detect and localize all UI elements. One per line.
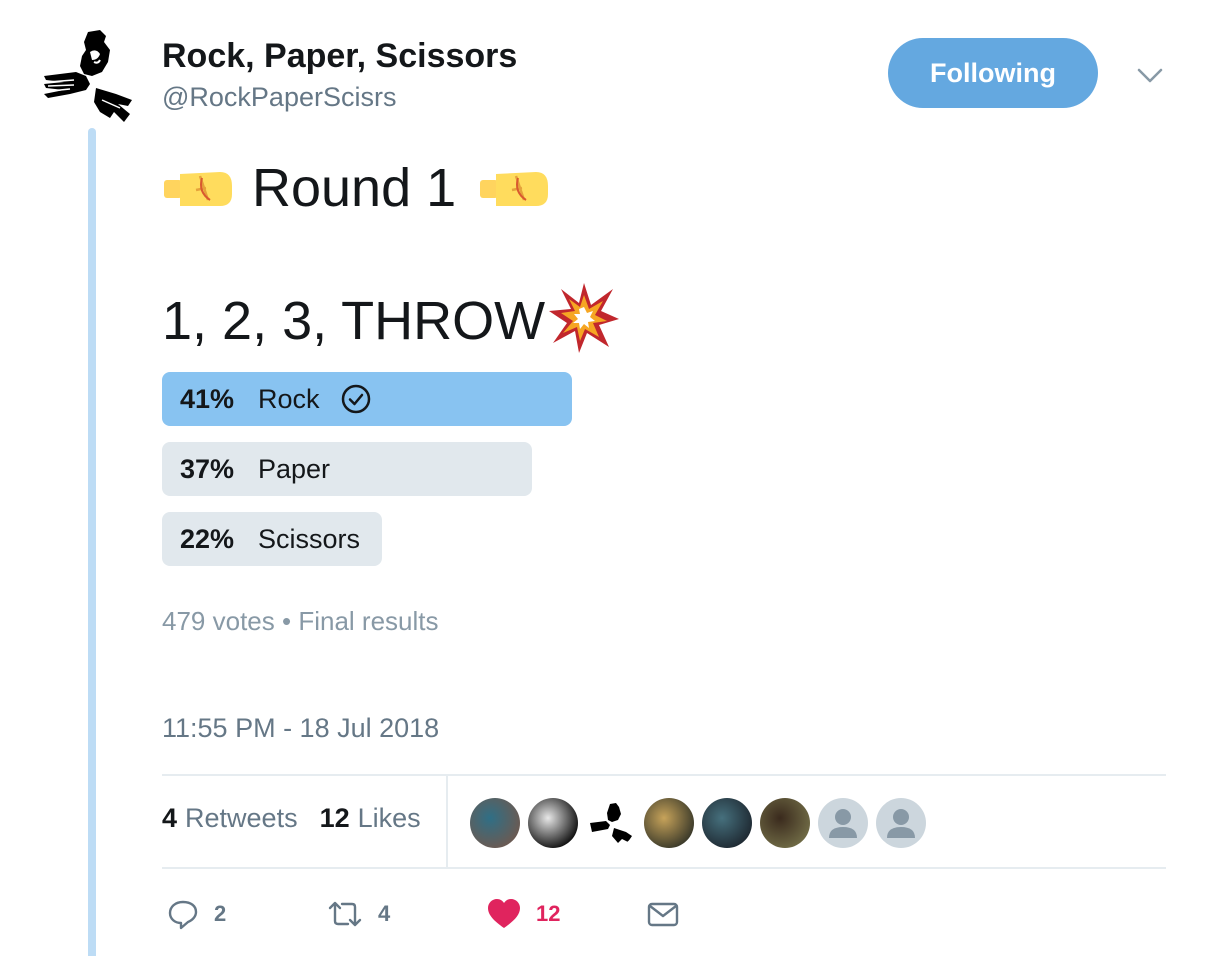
tweet-round-line: Round 1 [162,155,550,221]
rock-paper-scissors-hands-logo [44,30,132,122]
poll-meta: 479 votes • Final results [162,606,438,637]
tweet-throw-line: 1, 2, 3, THROW [162,283,621,354]
rock-paper-scissors-hands-logo [590,803,632,843]
reply-button[interactable]: 2 [166,894,226,934]
retweet-icon [328,901,362,927]
stats-vertical-divider [446,776,448,868]
default-profile-icon [829,809,857,838]
poll-option-label: Scissors [258,523,361,554]
author-avatar[interactable] [40,28,140,128]
more-options-chevron-down-icon[interactable] [1134,60,1166,90]
poll-option-rock: 41% Rock [162,372,572,426]
retweet-button[interactable]: 4 [326,894,390,934]
heart-icon [488,899,520,928]
tweet-stats: 4 Retweets 12 Likes [162,803,443,834]
direct-message-button[interactable] [646,894,680,934]
stats-top-divider [162,774,1166,776]
poll-option-label: Rock [258,383,320,414]
following-button[interactable]: Following [888,38,1098,108]
reply-icon [168,900,198,930]
throw-text: 1, 2, 3, THROW [162,291,546,351]
poll-votes: 479 votes [162,606,275,636]
poll-option-label: Paper [258,453,331,484]
retweet-count: 4 [378,901,391,926]
default-profile-icon [887,809,915,838]
liker-avatar-8[interactable] [876,798,926,848]
check-circle-icon [341,384,370,414]
likes-stat[interactable]: 12 Likes [320,803,421,834]
fist-bump-emoji-right [480,172,549,206]
like-count: 12 [536,901,561,926]
poll-option-percent: 22% [180,523,235,554]
liker-avatar-3[interactable] [586,798,636,848]
author-display-name[interactable]: Rock, Paper, Scissors [162,36,517,76]
liker-avatar-7[interactable] [818,798,868,848]
retweets-label: Retweets [185,803,298,833]
author-handle[interactable]: @RockPaperScisrs [162,80,396,114]
stats-bottom-divider [162,867,1166,869]
thread-line [88,128,96,956]
liker-avatar-5[interactable] [702,798,752,848]
retweets-stat[interactable]: 4 Retweets [162,803,298,834]
poll-status: Final results [298,606,439,636]
round-title: Round 1 [252,158,457,218]
liker-avatar-2[interactable] [528,798,578,848]
poll-option-paper: 37% Paper [162,442,532,496]
liker-avatars [470,798,934,848]
poll-option-percent: 41% [180,383,235,414]
reply-count: 2 [214,901,227,926]
envelope-icon [647,902,679,927]
poll-separator: • [281,606,292,636]
like-button[interactable]: 12 [486,894,560,934]
likes-count: 12 [319,803,350,833]
retweets-count: 4 [162,803,178,833]
likes-label: Likes [357,803,421,833]
fist-bump-emoji-left [164,172,232,206]
liker-avatar-4[interactable] [644,798,694,848]
collision-emoji [549,283,620,353]
poll-option-percent: 37% [180,453,235,484]
poll-option-scissors: 22% Scissors [162,512,382,566]
liker-avatar-6[interactable] [760,798,810,848]
tweet-timestamp[interactable]: 11:55 PM - 18 Jul 2018 [162,713,439,744]
liker-avatar-1[interactable] [470,798,520,848]
